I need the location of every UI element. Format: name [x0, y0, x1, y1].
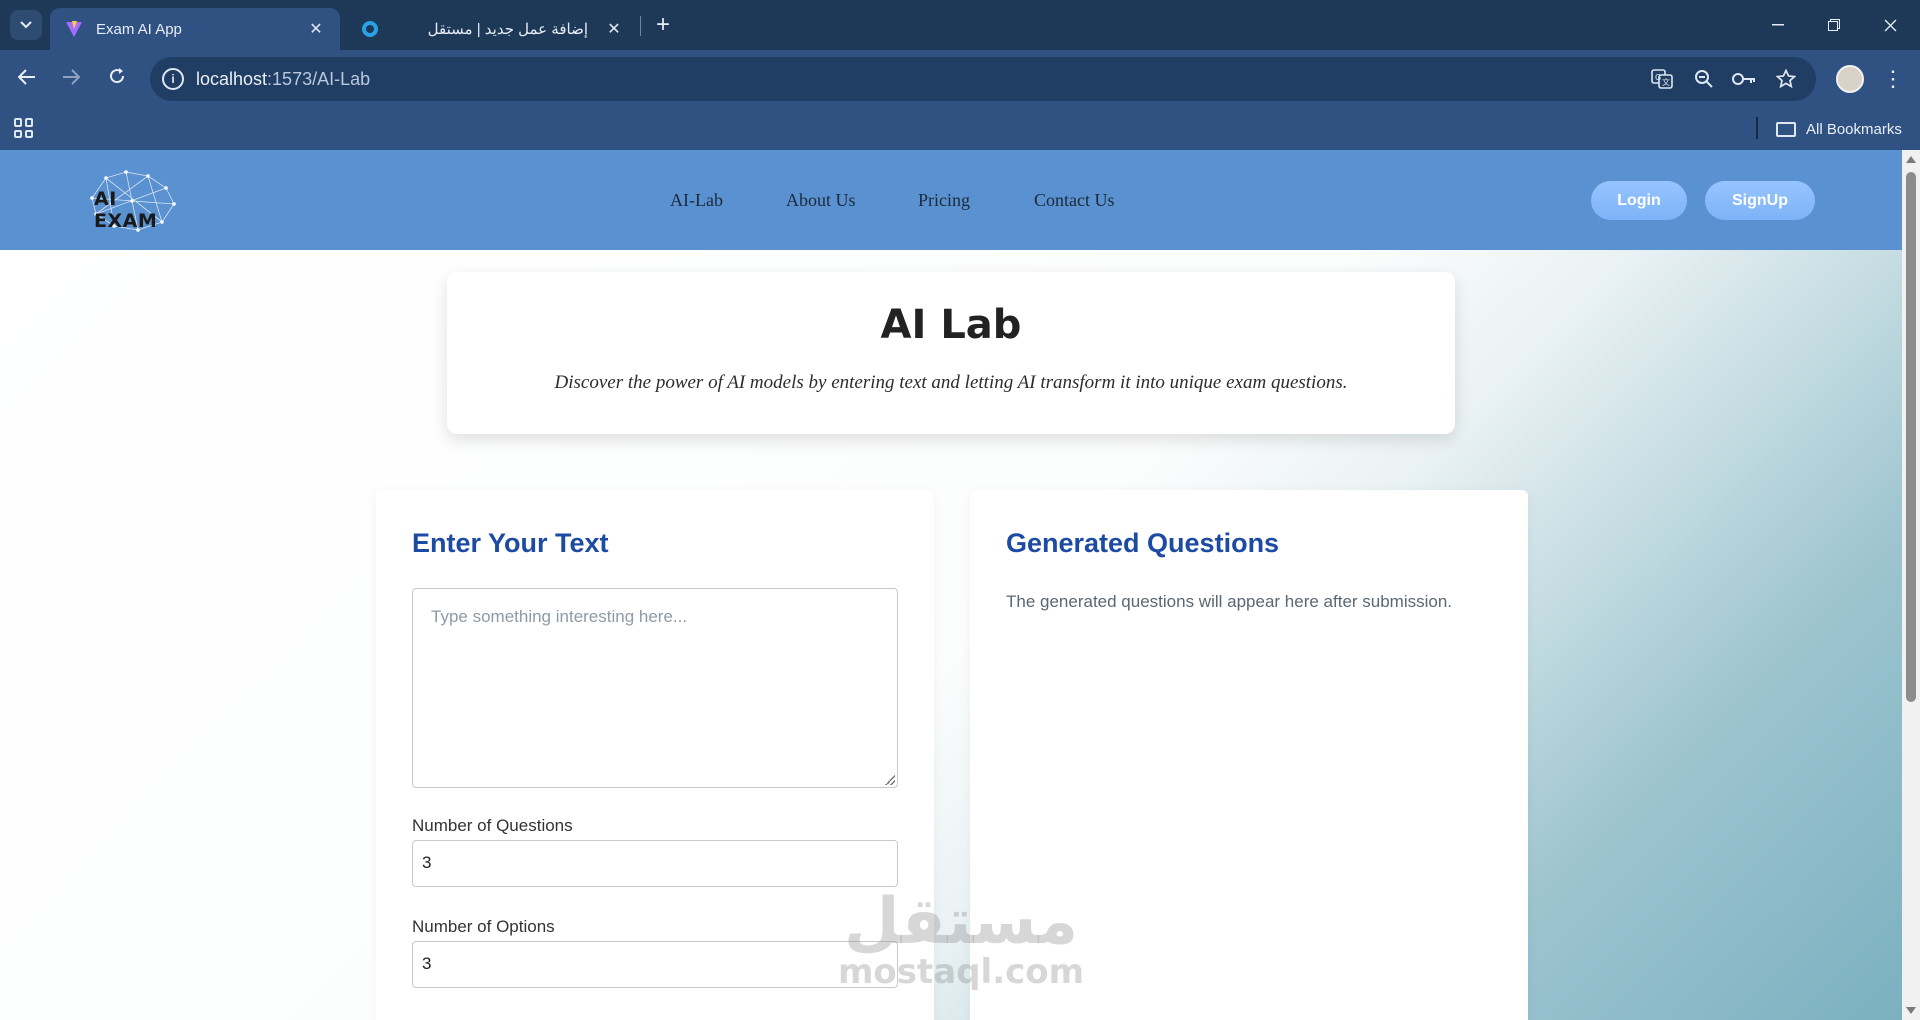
scroll-up-icon[interactable]: [1906, 156, 1916, 163]
new-tab-button[interactable]: +: [650, 11, 676, 38]
nav-about-us[interactable]: About Us: [786, 190, 856, 211]
tab-divider: [640, 16, 641, 36]
apps-grid-icon[interactable]: [14, 118, 34, 138]
bookmarks-divider: [1756, 117, 1758, 139]
scroll-down-icon[interactable]: [1906, 1007, 1916, 1014]
tab-search-button[interactable]: [10, 10, 42, 40]
watermark: مستقل mostaql.com: [838, 890, 1084, 990]
star-icon[interactable]: [1774, 68, 1798, 90]
bookmarks-folder-label: All Bookmarks: [1806, 120, 1902, 138]
options-count-label: Number of Options: [412, 917, 555, 936]
translate-icon[interactable]: G文: [1650, 68, 1674, 90]
page-subtitle: Discover the power of AI models by enter…: [554, 372, 1348, 393]
zoom-out-icon[interactable]: [1692, 68, 1716, 90]
key-icon[interactable]: [1732, 68, 1756, 90]
page-title: AI Lab: [880, 302, 1022, 348]
tab-title: إضافة عمل جديد | مستقل: [427, 21, 588, 38]
mostaql-favicon-icon: [360, 19, 380, 39]
browser-toolbar: i localhost:1573/AI-Lab G文 ⋮: [0, 50, 1920, 108]
site-info-icon[interactable]: i: [162, 68, 184, 90]
url-path: :1573/AI-Lab: [267, 69, 371, 89]
svg-text:G: G: [1655, 73, 1661, 82]
restore-button[interactable]: [1806, 0, 1862, 50]
back-button[interactable]: [12, 64, 42, 94]
nav-pricing[interactable]: Pricing: [918, 190, 970, 211]
text-input[interactable]: Type something interesting here...: [412, 588, 898, 788]
tab-strip: Exam AI App ✕ إضافة عمل جديد | مستقل ✕ +: [0, 0, 1920, 50]
site-header: AI EXAM AI-Lab About Us Pricing Contact …: [0, 150, 1902, 250]
minimize-button[interactable]: [1750, 0, 1806, 50]
tab-title: Exam AI App: [96, 20, 182, 38]
text-input-placeholder: Type something interesting here...: [431, 607, 688, 626]
page-scrollbar[interactable]: [1902, 150, 1920, 1020]
logo-text: AI EXAM: [94, 188, 158, 232]
close-window-button[interactable]: [1862, 0, 1918, 50]
reload-button[interactable]: [102, 64, 132, 94]
close-tab-icon[interactable]: ✕: [604, 19, 624, 39]
forward-button[interactable]: [56, 64, 86, 94]
close-tab-icon[interactable]: ✕: [306, 19, 326, 39]
url-host: localhost: [196, 69, 268, 89]
input-panel-heading: Enter Your Text: [412, 528, 609, 558]
watermark-latin: mostaql.com: [838, 952, 1085, 992]
nav-contact-us[interactable]: Contact Us: [1034, 190, 1115, 211]
address-bar[interactable]: i localhost:1573/AI-Lab G文: [150, 57, 1816, 101]
browser-menu-icon[interactable]: ⋮: [1880, 64, 1906, 94]
hero-card: AI Lab Discover the power of AI models b…: [447, 272, 1455, 434]
all-bookmarks-folder[interactable]: All Bookmarks: [1776, 117, 1902, 141]
vite-favicon-icon: [64, 19, 84, 39]
profile-avatar[interactable]: [1836, 65, 1864, 93]
arrow-left-icon: [17, 68, 36, 91]
scroll-thumb[interactable]: [1906, 172, 1916, 702]
folder-icon: [1776, 121, 1796, 137]
svg-text:文: 文: [1662, 77, 1670, 87]
options-count-input[interactable]: 3: [412, 941, 898, 988]
output-placeholder: The generated questions will appear here…: [1006, 592, 1453, 611]
chevron-down-icon: [20, 16, 32, 34]
tab-exam-ai-app[interactable]: Exam AI App ✕: [50, 8, 340, 50]
signup-button[interactable]: SignUp: [1705, 181, 1815, 220]
watermark-arabic: مستقل: [844, 885, 1079, 959]
resize-handle-icon[interactable]: [885, 775, 895, 785]
nav-ai-lab[interactable]: AI-Lab: [670, 190, 723, 211]
bookmarks-bar: All Bookmarks: [0, 108, 1920, 150]
login-button[interactable]: Login: [1591, 181, 1687, 220]
url-text[interactable]: localhost:1573/AI-Lab: [196, 69, 370, 90]
arrow-right-icon: [62, 68, 81, 91]
page-viewport: AI EXAM AI-Lab About Us Pricing Contact …: [0, 150, 1920, 1020]
output-panel-heading: Generated Questions: [1006, 528, 1280, 558]
tab-mostaql[interactable]: إضافة عمل جديد | مستقل ✕: [346, 8, 638, 50]
questions-count-input[interactable]: 3: [412, 840, 898, 887]
questions-count-label: Number of Questions: [412, 816, 573, 835]
reload-icon: [108, 67, 126, 91]
site-logo[interactable]: AI EXAM: [86, 168, 178, 232]
